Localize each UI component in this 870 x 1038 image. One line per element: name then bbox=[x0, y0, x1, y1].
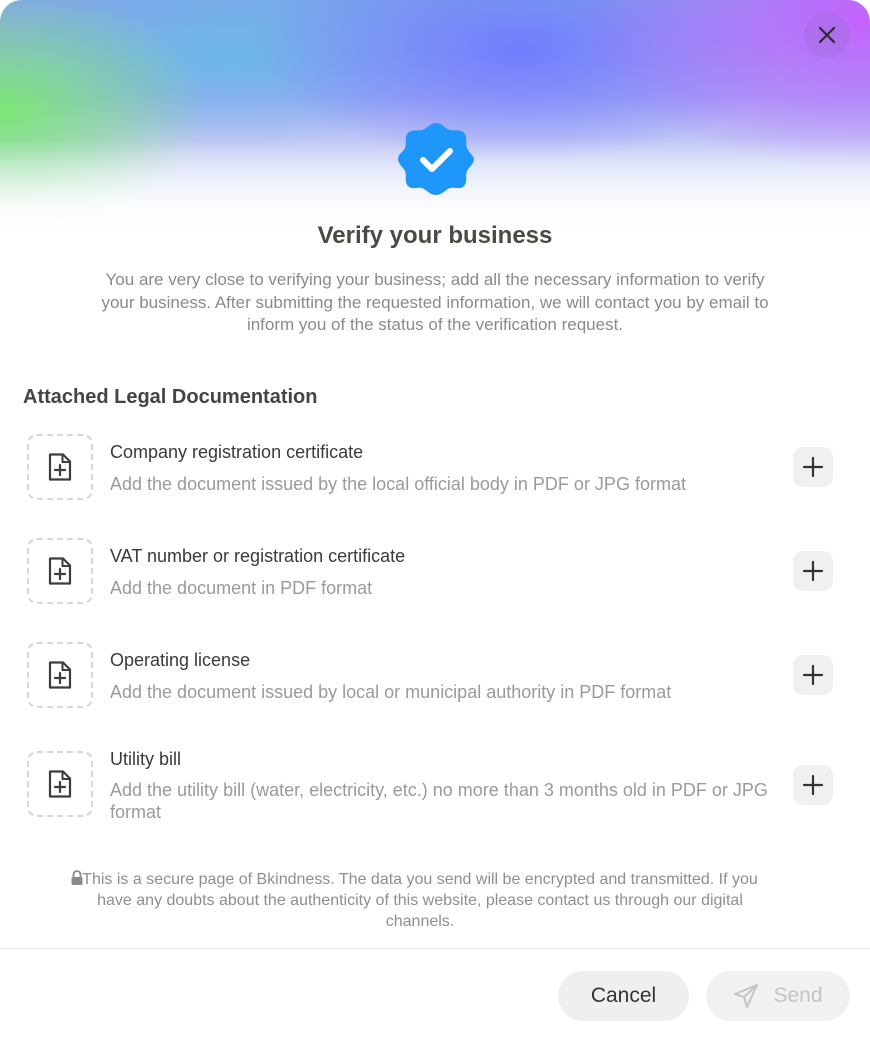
add-document-button[interactable] bbox=[793, 765, 833, 805]
cancel-button-label: Cancel bbox=[590, 984, 657, 1007]
section-title: Attached Legal Documentation bbox=[23, 386, 318, 408]
plus-icon bbox=[802, 664, 824, 686]
footer-divider bbox=[0, 948, 870, 949]
document-upload-box[interactable] bbox=[27, 751, 93, 817]
plus-icon bbox=[802, 560, 824, 582]
cancel-button[interactable]: Cancel bbox=[558, 971, 689, 1021]
document-description: Add the document in PDF format bbox=[110, 578, 373, 598]
file-plus-icon bbox=[48, 770, 72, 798]
document-item-vat-number: VAT number or registration certificate A… bbox=[0, 537, 870, 607]
verify-business-modal: Verify your business You are very close … bbox=[0, 0, 870, 1038]
send-button[interactable]: Send bbox=[706, 971, 850, 1021]
document-description: Add the document issued by the local off… bbox=[110, 474, 686, 494]
verified-badge-icon bbox=[398, 123, 474, 195]
document-item-operating-license: Operating license Add the document issue… bbox=[0, 641, 870, 711]
document-item-utility-bill: Utility bill Add the utility bill (water… bbox=[0, 749, 870, 828]
close-icon bbox=[818, 26, 836, 44]
file-plus-icon bbox=[48, 557, 72, 585]
add-document-button[interactable] bbox=[793, 447, 833, 487]
send-icon bbox=[734, 984, 759, 1008]
send-button-label: Send bbox=[773, 984, 823, 1007]
modal-title: Verify your business bbox=[317, 222, 553, 249]
modal-description: You are very close to verifying your bus… bbox=[101, 270, 769, 334]
document-title: Utility bill bbox=[110, 749, 182, 769]
file-plus-icon bbox=[48, 453, 72, 481]
document-title: Company registration certificate bbox=[110, 442, 364, 462]
document-description: Add the document issued by local or muni… bbox=[110, 682, 672, 702]
document-item-company-registration: Company registration certificate Add the… bbox=[0, 433, 870, 503]
add-document-button[interactable] bbox=[793, 655, 833, 695]
document-upload-box[interactable] bbox=[27, 642, 93, 708]
document-upload-box[interactable] bbox=[27, 538, 93, 604]
plus-icon bbox=[802, 456, 824, 478]
document-title: VAT number or registration certificate bbox=[110, 546, 406, 566]
document-description: Add the utility bill (water, electricity… bbox=[110, 780, 768, 822]
plus-icon bbox=[802, 774, 824, 796]
document-upload-box[interactable] bbox=[27, 434, 93, 500]
add-document-button[interactable] bbox=[793, 551, 833, 591]
document-title: Operating license bbox=[110, 650, 251, 670]
close-button[interactable] bbox=[804, 12, 850, 58]
file-plus-icon bbox=[48, 661, 72, 689]
secure-page-note: This is a secure page of Bkindness. The … bbox=[82, 871, 758, 930]
